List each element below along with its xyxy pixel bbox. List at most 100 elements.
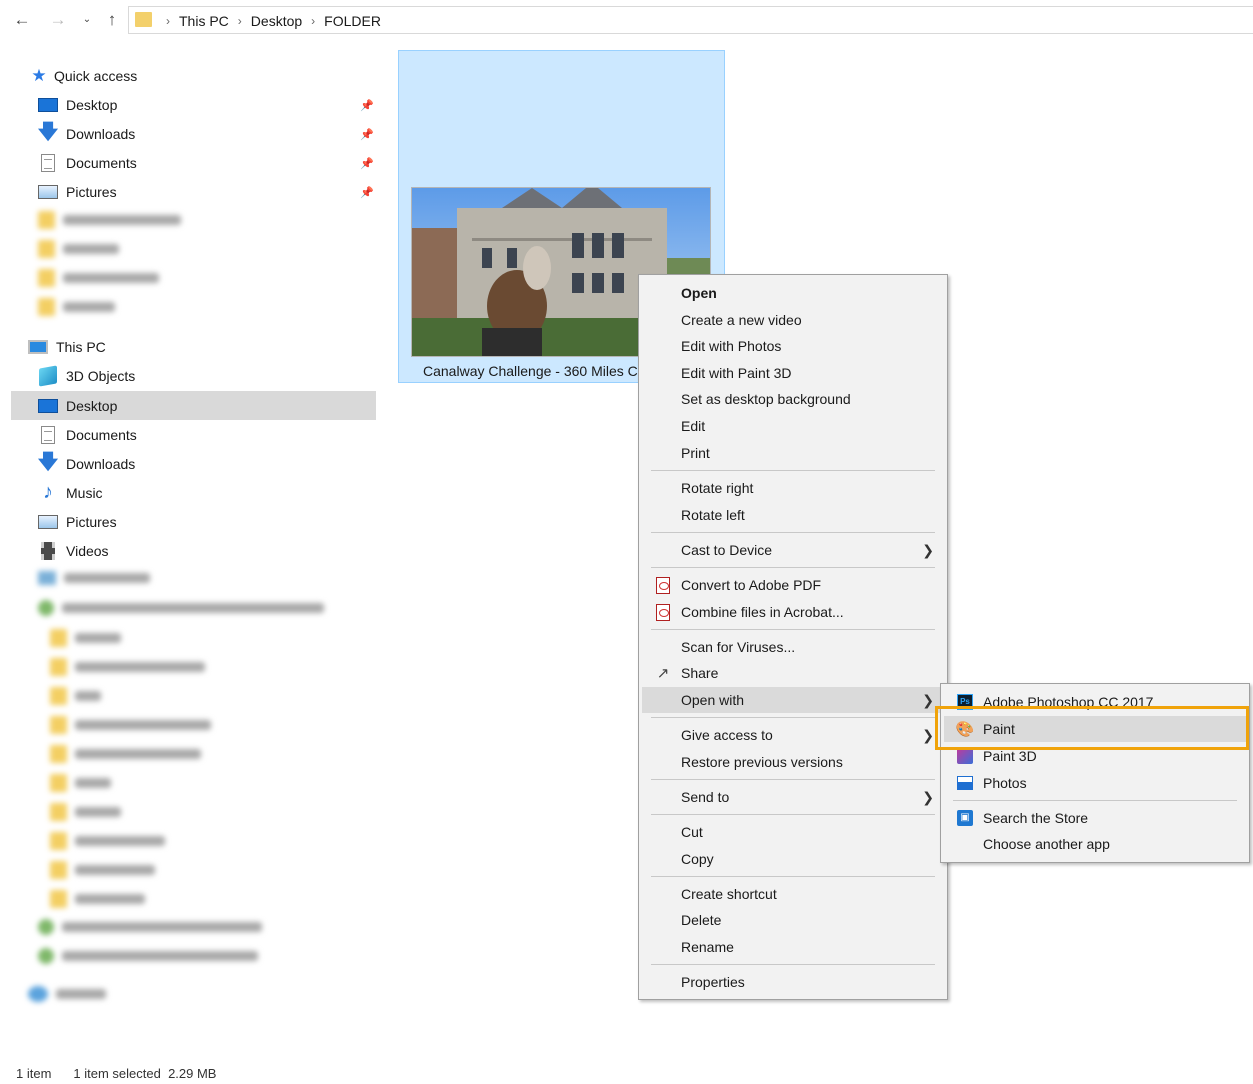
sidebar-item-desktop-pc[interactable]: Desktop [38,391,117,420]
menu-item-label: Choose another app [983,836,1110,852]
sidebar-item-pictures-pc[interactable]: Pictures [38,507,117,536]
menu-item-set-background[interactable]: Set as desktop background [642,386,944,412]
arrow-up-icon[interactable]: ↑ [101,9,123,31]
menu-item-cast-to-device[interactable]: Cast to Device ❯ [642,537,944,563]
menu-separator [651,717,935,718]
menu-separator [651,470,935,471]
sidebar-item-label: Downloads [66,455,136,472]
sidebar-item-desktop[interactable]: Desktop [38,90,117,119]
menu-item-give-access[interactable]: Give access to ❯ [642,722,944,748]
sidebar-item-downloads-pc[interactable]: 🡇 Downloads [37,449,136,478]
sidebar-item-label: Pictures [66,183,117,200]
menu-item-label: Edit [681,418,706,434]
photos-icon [956,774,974,792]
menu-item-choose-app[interactable]: Choose another app [944,831,1246,857]
menu-item-open-with[interactable]: Open with ❯ [642,687,944,713]
chevron-down-icon[interactable]: ⌄ [76,9,98,31]
sidebar-item-label: Documents [66,154,137,171]
cube-icon [38,364,58,387]
menu-item-label: Paint 3D [983,748,1037,764]
breadcrumb-this-pc[interactable]: This PC [179,13,229,29]
menu-item-create-shortcut[interactable]: Create shortcut [642,881,944,907]
sidebar-item-this-pc[interactable]: This PC [28,332,106,361]
menu-item-label: Scan for Viruses... [681,639,796,655]
sidebar-item-label: Music [66,484,103,501]
sidebar-item-documents-pc[interactable]: Documents [38,420,137,449]
menu-separator [651,964,935,965]
pin-icon[interactable]: 📌 [360,186,374,199]
chevron-right-icon: ❯ [922,541,934,558]
menu-item-label: Rotate left [681,507,745,523]
pin-icon[interactable]: 📌 [360,99,374,112]
sidebar-item-documents[interactable]: Documents [38,148,137,177]
menu-item-label: Properties [681,974,745,990]
menu-item-label: Print [681,445,710,461]
menu-item-label: Edit with Paint 3D [681,365,792,381]
menu-item-restore-versions[interactable]: Restore previous versions [642,749,944,775]
menu-item-label: Set as desktop background [681,391,851,407]
breadcrumb-folder[interactable]: FOLDER [324,13,381,29]
sidebar-item-label: Desktop [66,397,118,414]
pictures-icon [38,183,58,201]
sidebar-item-label: This PC [56,338,106,355]
navigation-bar: ← → ⌄ ↑ › This PC › Desktop › FOLDER [0,0,1253,40]
menu-item-open[interactable]: Open [642,280,944,306]
adobe-pdf-icon [654,576,672,594]
menu-item-rotate-left[interactable]: Rotate left [642,502,944,528]
sidebar-item-videos[interactable]: Videos [38,536,109,565]
desktop-icon [38,96,58,114]
store-icon: ▣ [956,809,974,827]
menu-item-create-video[interactable]: Create a new video [642,307,944,333]
menu-item-edit-paint3d[interactable]: Edit with Paint 3D [642,360,944,386]
menu-item-combine-acrobat[interactable]: Combine files in Acrobat... [642,599,944,625]
menu-item-rename[interactable]: Rename [642,934,944,960]
menu-separator [651,814,935,815]
menu-item-send-to[interactable]: Send to ❯ [642,784,944,810]
menu-item-search-store[interactable]: ▣ Search the Store [944,805,1246,831]
menu-item-delete[interactable]: Delete [642,907,944,933]
menu-item-edit[interactable]: Edit [642,413,944,439]
sidebar-item-pictures[interactable]: Pictures [38,177,117,206]
menu-item-print[interactable]: Print [642,440,944,466]
navigation-pane: ★ Quick access Desktop 📌 🡇 Downloads 📌 D… [0,56,380,1056]
chevron-right-icon: ❯ [922,691,934,708]
menu-item-copy[interactable]: Copy [642,846,944,872]
sidebar-item-label: Downloads [66,125,136,142]
menu-item-properties[interactable]: Properties [642,969,944,995]
download-arrow-icon: 🡇 [37,450,59,473]
menu-item-rotate-right[interactable]: Rotate right [642,475,944,501]
menu-separator [651,876,935,877]
sidebar-item-quick-access[interactable]: ★ Quick access [30,61,137,90]
arrow-right-icon[interactable]: → [47,9,69,31]
chevron-right-icon: ❯ [922,788,934,805]
desktop-icon [38,397,58,415]
menu-item-label: Search the Store [983,810,1089,826]
menu-item-convert-pdf[interactable]: Convert to Adobe PDF [642,572,944,598]
menu-item-cut[interactable]: Cut [642,819,944,845]
menu-item-label: Edit with Photos [681,338,782,354]
sidebar-item-3d-objects[interactable]: 3D Objects [38,361,135,390]
highlight-outline [935,706,1249,750]
sidebar-item-music[interactable]: ♪ Music [38,478,103,507]
menu-item-label: Open [681,285,717,301]
context-menu: Open Create a new video Edit with Photos… [638,274,948,1000]
menu-item-label: Create a new video [681,312,802,328]
menu-item-share[interactable]: ↗ Share [642,660,944,686]
arrow-left-icon[interactable]: ← [11,9,33,31]
menu-item-label: Create shortcut [681,886,777,902]
pin-icon[interactable]: 📌 [360,157,374,170]
sidebar-item-label: Quick access [54,67,138,84]
menu-separator [953,800,1237,801]
menu-item-label: Give access to [681,727,773,743]
pin-icon[interactable]: 📌 [360,128,374,141]
breadcrumb-desktop[interactable]: Desktop [251,13,302,29]
chevron-right-icon: ❯ [922,726,934,743]
menu-item-edit-photos[interactable]: Edit with Photos [642,333,944,359]
sidebar-item-downloads[interactable]: 🡇 Downloads [38,119,136,148]
address-bar[interactable]: › This PC › Desktop › FOLDER [128,6,1253,34]
menu-separator [651,567,935,568]
menu-item-scan-viruses[interactable]: Scan for Viruses... [642,634,944,660]
music-note-icon: ♪ [43,481,53,503]
menu-item-photos[interactable]: Photos [944,770,1246,796]
menu-item-label: Cut [681,824,703,840]
